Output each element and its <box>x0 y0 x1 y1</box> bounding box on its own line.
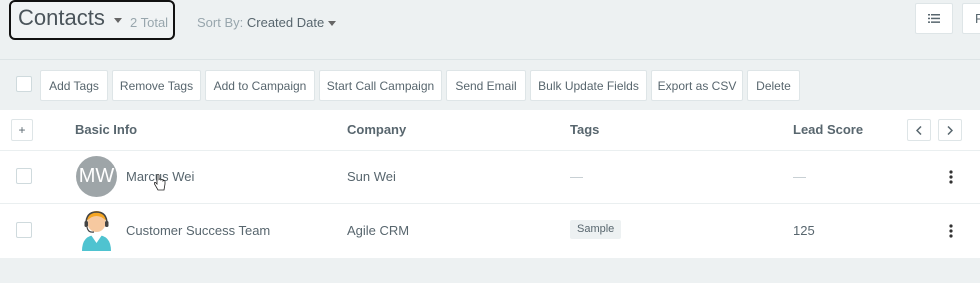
contact-lead-score-empty: — <box>793 169 806 184</box>
list-view-icon <box>928 14 940 23</box>
bulk-update-fields-button[interactable]: Bulk Update Fields <box>530 70 647 101</box>
scroll-left-button[interactable] <box>907 119 931 141</box>
contact-name[interactable]: Customer Success Team <box>126 223 270 238</box>
contact-company: Sun Wei <box>347 169 396 184</box>
sort-by-dropdown[interactable]: Sort By: Created Date <box>197 15 337 30</box>
row-divider <box>0 203 980 204</box>
page-title[interactable]: Contacts <box>18 5 105 31</box>
hand-cursor-icon <box>154 174 166 191</box>
bulk-actions-toolbar: Add Tags Remove Tags Add to Campaign Sta… <box>0 70 980 102</box>
add-column-button[interactable]: + <box>11 119 33 141</box>
chevron-down-icon[interactable] <box>328 21 337 27</box>
column-header-lead-score[interactable]: Lead Score <box>793 122 863 137</box>
send-email-button[interactable]: Send Email <box>446 70 526 101</box>
add-to-campaign-button[interactable]: Add to Campaign <box>205 70 315 101</box>
total-count: 2 Total <box>130 15 169 30</box>
avatar[interactable]: MW <box>76 156 117 197</box>
more-options-icon[interactable] <box>948 170 954 184</box>
chevron-right-icon <box>947 125 953 135</box>
contact-company: Agile CRM <box>347 223 410 238</box>
column-header-tags[interactable]: Tags <box>570 122 599 137</box>
list-view-button[interactable] <box>915 3 953 34</box>
chevron-down-icon[interactable] <box>114 18 122 23</box>
export-csv-button[interactable]: Export as CSV <box>651 70 743 101</box>
sort-by-value[interactable]: Created Date <box>247 15 324 30</box>
header-divider <box>0 59 980 60</box>
remove-tags-button[interactable]: Remove Tags <box>112 70 201 101</box>
support-agent-avatar-icon[interactable] <box>76 207 117 251</box>
contact-tags-empty: — <box>570 169 583 184</box>
start-call-campaign-button[interactable]: Start Call Campaign <box>319 70 442 101</box>
scroll-right-button[interactable] <box>938 119 962 141</box>
column-header-basic-info[interactable]: Basic Info <box>75 122 137 137</box>
contacts-table: + Basic Info Company Tags Lead Score MW … <box>0 110 980 258</box>
add-tags-button[interactable]: Add Tags <box>40 70 108 101</box>
column-header-company[interactable]: Company <box>347 122 406 137</box>
row-select-checkbox[interactable] <box>16 168 32 184</box>
delete-button[interactable]: Delete <box>747 70 800 101</box>
filter-button[interactable]: F <box>962 3 980 34</box>
row-select-checkbox[interactable] <box>16 222 32 238</box>
contact-lead-score: 125 <box>793 223 815 238</box>
tag-badge[interactable]: Sample <box>570 220 622 239</box>
chevron-left-icon <box>916 125 922 135</box>
row-divider <box>0 150 980 151</box>
select-all-checkbox[interactable] <box>16 76 32 92</box>
more-options-icon[interactable] <box>948 224 954 238</box>
sort-by-label: Sort By: <box>197 15 244 30</box>
